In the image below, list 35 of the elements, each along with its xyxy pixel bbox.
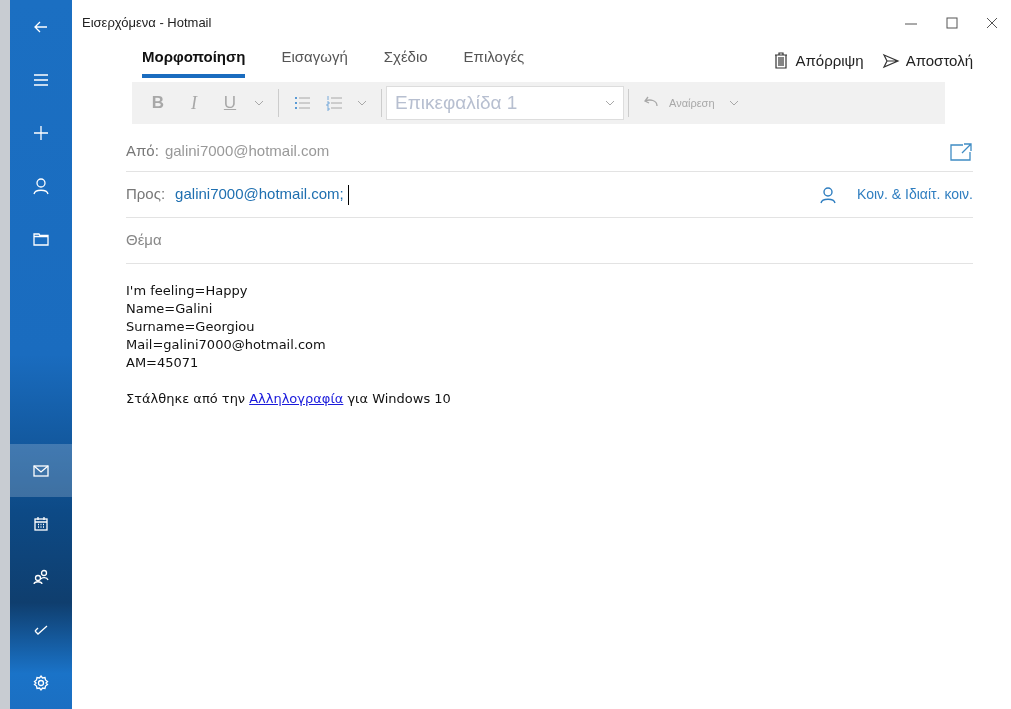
from-label: Από: <box>126 141 159 162</box>
ribbon-tab[interactable]: Εισαγωγή <box>281 45 348 78</box>
plus-icon <box>32 123 50 142</box>
subject-field[interactable]: Θέμα <box>126 229 973 252</box>
body-text-line: Surname=Georgiou <box>126 318 255 336</box>
body-text-line: Name=Galini <box>126 300 213 318</box>
close-icon[interactable] <box>985 16 999 30</box>
body-text-line: AM=45071 <box>126 354 199 372</box>
chevron-down-icon <box>605 99 615 107</box>
pop-out-icon[interactable] <box>949 141 973 162</box>
person-icon <box>32 176 50 195</box>
window-title: Εισερχόμενα - Hotmail <box>82 14 213 33</box>
signature-text: για Windows 10 <box>347 390 451 408</box>
recipient-address[interactable]: galini7000@hotmail.com; <box>175 183 344 206</box>
signature-text: Στάλθηκε από την <box>126 390 246 408</box>
calendar-icon <box>32 514 50 533</box>
maximize-icon[interactable] <box>945 16 959 30</box>
body-text-line: I'm feeling=Happy <box>126 282 248 300</box>
discard-button[interactable]: Απόρριψη <box>771 49 864 72</box>
to-label: Προς: <box>126 184 166 205</box>
mail-app-link[interactable]: Αλληλογραφία <box>249 390 344 408</box>
people-icon <box>32 567 50 586</box>
ribbon-tab[interactable]: Σχέδιο <box>383 45 428 78</box>
person-icon[interactable] <box>819 185 837 204</box>
send-icon <box>881 51 900 70</box>
style-value: Επικεφαλίδα 1 <box>395 90 519 115</box>
from-address: galini7000@hotmail.com <box>164 141 331 162</box>
to-field[interactable]: galini7000@hotmail.com; <box>175 183 819 206</box>
send-button[interactable]: Αποστολή <box>881 49 973 72</box>
ribbon-tab[interactable]: Μορφοποίηση <box>142 45 246 78</box>
cc-bcc-link[interactable]: Κοιν. & Ιδιαίτ. κοιν. <box>857 184 973 205</box>
ribbon-tab[interactable]: Επιλογές <box>463 45 525 78</box>
gear-icon <box>32 673 50 692</box>
sidebar-item[interactable] <box>10 444 72 497</box>
body-text-line: Mail=galini7000@hotmail.com <box>126 336 326 354</box>
